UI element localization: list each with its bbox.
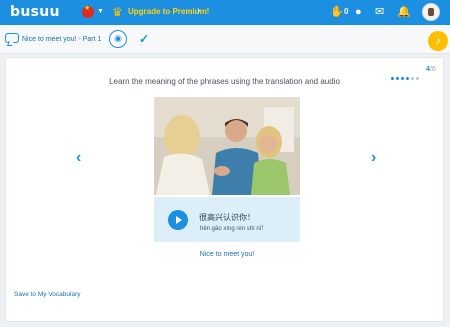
progress-counter: 4/6 (426, 66, 436, 73)
play-audio-button[interactable] (168, 210, 188, 230)
bell-icon[interactable]: 🔔 (397, 5, 411, 19)
step-vocabulary-icon[interactable]: ◉ (109, 30, 127, 48)
busuu-logo[interactable]: busuu (10, 4, 60, 20)
top-nav-bar: busuu ▼ ♛ Upgrade to Premium! › ✋ 0 ● ✉ … (0, 0, 450, 25)
prev-arrow-icon[interactable]: ‹ (76, 149, 81, 167)
phrase-translation: Nice to meet you! (199, 251, 255, 258)
next-arrow-icon[interactable]: › (371, 149, 376, 167)
phrase-pinyin: hěn gāo xìng rèn shí nǐ！ (200, 226, 268, 232)
friends-icon[interactable]: ● (355, 5, 362, 19)
step-check-icon[interactable]: ✓ (136, 31, 152, 47)
save-to-vocabulary-link[interactable]: Save to My Vocabulary (14, 291, 80, 298)
progress-dots (391, 67, 421, 80)
notification-count: 0 (344, 7, 349, 16)
chevron-down-icon[interactable]: ▼ (97, 8, 104, 15)
crown-icon[interactable]: ♛ (112, 5, 123, 19)
hand-icon[interactable]: ✋ (330, 5, 344, 19)
instruction-text: Learn the meaning of the phrases using t… (109, 77, 340, 86)
lesson-title[interactable]: Nice to meet you! - Part 1 (22, 36, 101, 43)
chevron-right-icon[interactable]: › (197, 5, 200, 16)
chat-bubble-icon (5, 33, 19, 43)
mail-icon[interactable]: ✉ (375, 5, 384, 19)
lesson-subbar: Nice to meet you! - Part 1 ◉ ✓ (0, 25, 450, 54)
photo-illustration (154, 97, 300, 195)
music-note-button[interactable]: ♪ (428, 31, 448, 51)
lesson-photo (154, 97, 300, 195)
avatar[interactable] (422, 3, 440, 21)
phrase-chinese: 很高兴认识你！ (199, 213, 255, 222)
flag-cn-icon[interactable] (82, 4, 94, 18)
progress-total: 6 (431, 66, 436, 73)
